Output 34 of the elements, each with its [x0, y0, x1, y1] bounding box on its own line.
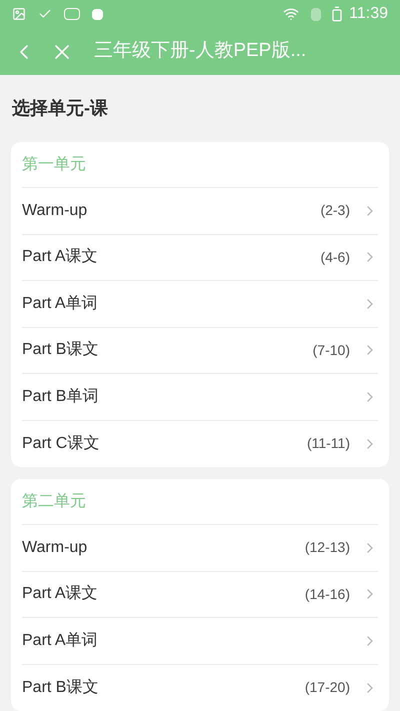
image-icon [12, 7, 26, 21]
unit-title: 第二单元 [22, 492, 86, 512]
lesson-name: Warm-up [22, 538, 88, 558]
lesson-name: Part A单词 [22, 630, 98, 651]
lesson-name: Part C课文 [22, 434, 100, 454]
page-range: (14-16) [304, 584, 350, 604]
section-heading: 选择单元-课 [12, 97, 108, 120]
lesson-name: Part B单词 [22, 386, 98, 407]
lesson-row[interactable]: Part A课文 (4-6) [22, 234, 378, 281]
lesson-row[interactable]: Part A单词 [22, 281, 378, 328]
page-range: (12-13) [304, 538, 350, 558]
lesson-row[interactable]: Part B课文 (7-10) [22, 328, 378, 374]
lesson-name: Part A课文 [22, 246, 98, 268]
page-range: (2-3) [320, 201, 350, 220]
unit-title: 第一单元 [22, 154, 86, 174]
lesson-row[interactable]: Part B单词 [22, 374, 378, 420]
page-range: (7-10) [312, 340, 350, 360]
page-range: (4-6) [320, 248, 350, 267]
lesson-row[interactable]: Part B课文 (17-20) [22, 664, 378, 711]
wifi-icon [283, 6, 300, 22]
lesson-name: Part A课文 [22, 584, 98, 604]
lesson-name: Part A单词 [22, 294, 98, 314]
page-title: 三年级下册-人教PEP版... [94, 39, 306, 64]
clock: 11:39 [349, 4, 388, 24]
lesson-name: Warm-up [22, 200, 88, 221]
lesson-name: Part B课文 [22, 678, 98, 698]
lesson-row[interactable]: Part C课文 (11-11) [22, 420, 378, 467]
lesson-row[interactable]: Part A课文 (14-16) [22, 572, 378, 618]
lesson-row[interactable]: Warm-up (12-13) [22, 525, 378, 572]
page-range: (11-11) [306, 434, 350, 454]
lesson-row[interactable]: Part A单词 [22, 618, 378, 664]
lesson-name: Part B课文 [22, 340, 98, 360]
lesson-row[interactable]: Warm-up (2-3) [22, 188, 378, 234]
page-range: (17-20) [304, 678, 350, 698]
